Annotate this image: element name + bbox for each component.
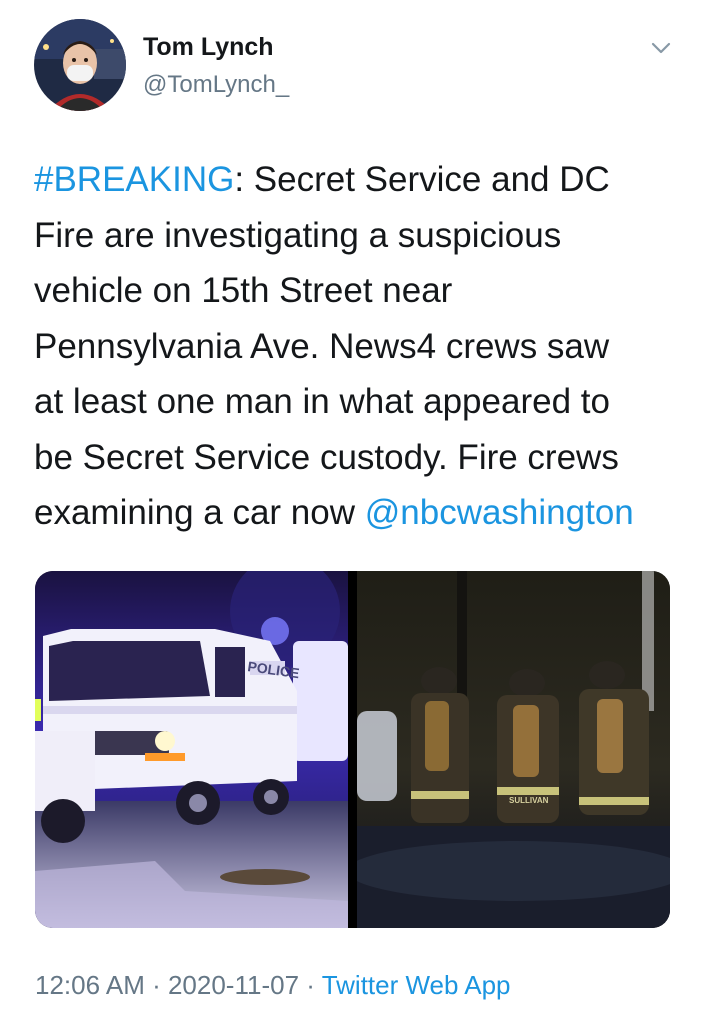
tweet-line: Pennsylvania Ave. News4 crews saw: [34, 326, 610, 366]
tweet-time[interactable]: 12:06 AM: [35, 970, 145, 1000]
avatar-image: [34, 19, 126, 111]
chevron-down-icon: [651, 42, 671, 54]
hashtag-link[interactable]: #BREAKING: [34, 160, 234, 199]
tweet-text: #BREAKING: Secret Service and DC Fire ar…: [34, 152, 674, 541]
author-name[interactable]: Tom Lynch: [143, 33, 274, 62]
tweet-date[interactable]: 2020-11-07: [168, 970, 299, 1000]
tweet-line: at least one man in what appeared to: [34, 382, 610, 421]
tweet-line-text: : Secret Service and DC: [234, 160, 610, 199]
tweet-line: be Secret Service custody. Fire crews: [34, 437, 619, 477]
tweet-line: examining a car now @nbcwashington: [34, 485, 674, 541]
tweet-meta: 12:06 AM · 2020-11-07 · Twitter Web App: [35, 970, 511, 1001]
photo-police-van[interactable]: POLICE: [35, 571, 348, 928]
author-handle[interactable]: @TomLynch_: [143, 71, 289, 99]
meta-separator: ·: [144, 970, 168, 1000]
avatar[interactable]: [34, 19, 126, 111]
media-grid: POLICE SULLIVAN: [35, 571, 670, 928]
tweet-line-text: examining a car now: [34, 493, 365, 532]
more-options-button[interactable]: [647, 36, 675, 60]
meta-separator: ·: [299, 970, 322, 1000]
tweet-line: vehicle on 15th Street near: [34, 271, 453, 310]
tweet-card: Tom Lynch @TomLynch_ #BREAKING: Secret S…: [0, 0, 703, 1024]
tweet-line: #BREAKING: Secret Service and DC: [34, 152, 674, 208]
tweet-line: Fire are investigating a suspicious: [34, 215, 562, 255]
photo-firefighters[interactable]: SULLIVAN: [357, 571, 670, 928]
firefighters-image: SULLIVAN: [357, 571, 670, 928]
police-van-image: POLICE: [35, 571, 348, 928]
tweet-source-link[interactable]: Twitter Web App: [322, 970, 511, 1000]
coat-name-text: SULLIVAN: [509, 796, 549, 805]
mention-link[interactable]: @nbcwashington: [365, 493, 634, 532]
